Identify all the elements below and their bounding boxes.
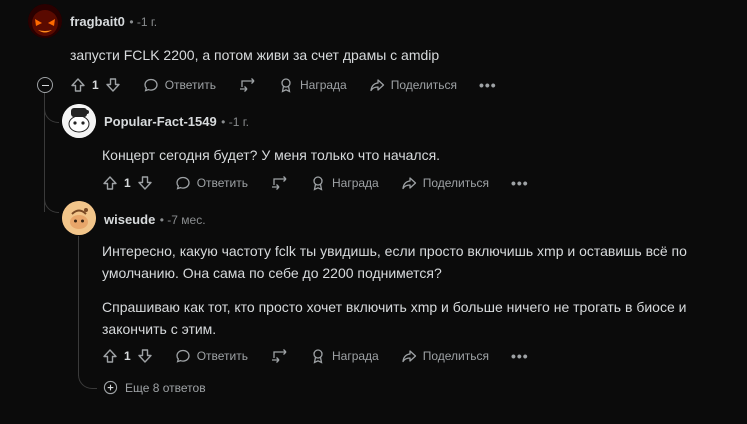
more-icon: ••• <box>511 348 529 364</box>
downvote-icon <box>137 349 152 363</box>
share-label: Поделиться <box>422 349 489 363</box>
comment-header-2: Popular-Fact-1549 • -1 г. <box>104 113 249 131</box>
downvote-button[interactable] <box>137 175 153 191</box>
avatar-demon-icon <box>28 4 62 38</box>
avatar-popular-fact[interactable] <box>62 104 96 138</box>
more-options-button[interactable]: ••• <box>511 348 529 364</box>
upvote-button[interactable] <box>70 77 86 93</box>
comment-header-3: wiseude • -7 мес. <box>104 211 206 229</box>
comment-text-line: Интересно, какую частоту fclk ты увидишь… <box>102 243 687 259</box>
award-label: Награда <box>331 349 379 363</box>
thread-curve-1 <box>44 98 59 123</box>
reply-bubble-icon <box>176 349 190 363</box>
upvote-icon <box>103 176 117 190</box>
award-label: Награда <box>299 78 347 92</box>
share-button[interactable]: Поделиться <box>401 348 489 364</box>
comment-text-line: умолчанию. Она сама по себе до 2200 подн… <box>102 265 442 281</box>
comment-time: • -1 г. <box>221 115 249 129</box>
upvote-icon <box>71 78 85 92</box>
author-name[interactable]: fragbait0 <box>70 14 125 29</box>
share-icon <box>402 350 416 363</box>
crosspost-icon <box>239 78 255 92</box>
reply-label: Ответить <box>164 78 216 92</box>
reply-label: Ответить <box>196 349 248 363</box>
more-replies-link[interactable]: Еще 8 ответов <box>103 380 206 395</box>
action-row-3: 1 Ответить Награда Поделиться ••• <box>102 346 551 366</box>
plus-circle-icon <box>103 380 118 395</box>
thread-line-nested <box>78 236 79 376</box>
author-name[interactable]: Popular-Fact-1549 <box>104 114 217 129</box>
upvote-icon <box>103 349 117 363</box>
collapse-thread-button[interactable] <box>37 77 53 93</box>
upvote-button[interactable] <box>102 348 118 364</box>
award-icon <box>313 176 323 191</box>
author-name[interactable]: wiseude <box>104 212 155 227</box>
crosspost-button[interactable] <box>238 77 256 93</box>
share-button[interactable]: Поделиться <box>401 175 489 191</box>
share-icon <box>402 177 416 190</box>
share-label: Поделиться <box>390 78 457 92</box>
reply-button[interactable]: Ответить <box>143 77 216 93</box>
thread-curve-2 <box>44 188 59 213</box>
comment-time: • -1 г. <box>129 15 158 29</box>
downvote-button[interactable] <box>137 348 153 364</box>
more-options-button[interactable]: ••• <box>479 77 497 93</box>
avatar-fragbait0[interactable] <box>28 4 62 38</box>
more-icon: ••• <box>511 175 529 191</box>
award-label: Награда <box>331 176 379 190</box>
comment-text-line: закончить с этим. <box>102 321 217 337</box>
avatar-wiseude[interactable] <box>62 201 96 235</box>
reply-label: Ответить <box>196 176 248 190</box>
vote-count: 1 <box>124 176 131 190</box>
award-icon <box>313 349 323 364</box>
comment-time: • -7 мес. <box>159 213 206 227</box>
crosspost-button[interactable] <box>270 175 288 191</box>
share-button[interactable]: Поделиться <box>369 77 457 93</box>
crosspost-icon <box>271 176 287 190</box>
award-button[interactable]: Награда <box>310 175 379 191</box>
reply-bubble-icon <box>144 78 158 92</box>
share-icon <box>370 79 384 92</box>
avatar-snoo-icon <box>62 201 96 235</box>
reply-button[interactable]: Ответить <box>175 348 248 364</box>
reply-bubble-icon <box>176 176 190 190</box>
comment-text-2: Концерт сегодня будет? У меня только что… <box>102 147 441 163</box>
crosspost-button[interactable] <box>270 348 288 364</box>
comment-text-3: Интересно, какую частоту fclk ты увидишь… <box>102 240 687 340</box>
crosspost-icon <box>271 349 287 363</box>
comment-header-1: fragbait0 • -1 г. <box>70 13 157 31</box>
share-label: Поделиться <box>422 176 489 190</box>
reply-button[interactable]: Ответить <box>175 175 248 191</box>
downvote-button[interactable] <box>105 77 121 93</box>
award-icon <box>281 78 291 93</box>
downvote-icon <box>137 176 152 190</box>
comment-text-line: Спрашиваю как тот, кто просто хочет вклю… <box>102 299 687 315</box>
vote-count: 1 <box>92 78 99 92</box>
vote-count: 1 <box>124 349 131 363</box>
upvote-button[interactable] <box>102 175 118 191</box>
action-row-2: 1 Ответить Награда Поделиться ••• <box>102 173 551 193</box>
more-replies-label: Еще 8 ответов <box>125 380 206 395</box>
thread-curve-3 <box>78 360 97 389</box>
action-row-1: 1 Ответить Награда Поделиться ••• <box>70 75 519 95</box>
more-icon: ••• <box>479 77 497 93</box>
comment-text-1: запусти FCLK 2200, а потом живи за счет … <box>70 47 440 63</box>
more-options-button[interactable]: ••• <box>511 175 529 191</box>
award-button[interactable]: Награда <box>310 348 379 364</box>
avatar-snoo-icon <box>62 104 96 138</box>
award-button[interactable]: Награда <box>278 77 347 93</box>
downvote-icon <box>105 78 120 92</box>
